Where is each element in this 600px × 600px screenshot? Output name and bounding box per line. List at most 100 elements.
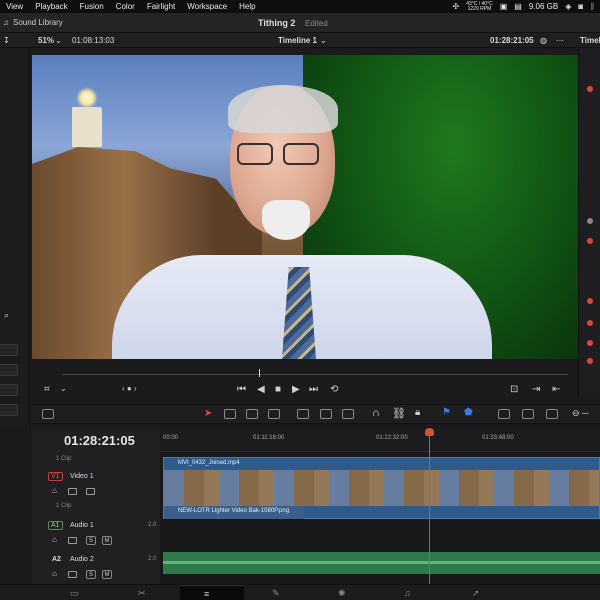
link-icon[interactable]: ⛓ [392, 407, 406, 420]
snapping-icon[interactable]: ∩ [372, 407, 380, 419]
keyframe-dot[interactable] [587, 298, 593, 304]
safe-area-icon[interactable]: ⌗ [44, 384, 50, 395]
zoom-full-icon[interactable] [498, 409, 510, 419]
track-tag-v1[interactable]: V1 [48, 472, 63, 481]
track-tag-a1[interactable]: A1 [48, 521, 63, 530]
menu-help[interactable]: Help [233, 2, 261, 11]
source-timecode: 01:08:13:03 [72, 36, 115, 45]
layout-icon[interactable] [42, 409, 54, 419]
color-wheel-icon[interactable]: ◍ [540, 36, 547, 45]
track-name-v1[interactable]: Video 1 [70, 473, 94, 480]
menu-fairlight[interactable]: Fairlight [141, 2, 181, 11]
deliver-page-icon[interactable]: ➚ [472, 588, 480, 599]
prev-edit-icon[interactable]: ⇤ [552, 384, 560, 395]
sound-library-button[interactable]: ♫ Sound Library [3, 18, 63, 27]
track-name-a1[interactable]: Audio 1 [70, 522, 94, 529]
keyframe-dot[interactable] [587, 218, 593, 224]
auto-select-icon[interactable] [68, 537, 77, 544]
panel-button[interactable] [0, 344, 18, 356]
playhead-line[interactable] [429, 436, 430, 584]
disk-readout[interactable]: 9.06 GB [529, 2, 558, 11]
panel-button[interactable] [0, 384, 18, 396]
keyframe-dot[interactable] [587, 238, 593, 244]
track-tag-a2[interactable]: A2 [52, 556, 61, 563]
fairlight-page-icon[interactable]: ♫ [404, 588, 411, 598]
skip-to-end-icon[interactable]: ⏭ [309, 384, 318, 395]
video-clip-sub[interactable]: NEW-LOTR Lighter Video Bak-1080P.png [164, 506, 304, 519]
auto-select-icon[interactable] [68, 571, 77, 578]
lock-icon[interactable]: ⌂ [52, 569, 57, 578]
trim-tool-icon[interactable] [224, 409, 236, 419]
insert-clip-icon[interactable] [297, 409, 309, 419]
stop-icon[interactable]: ■ [275, 384, 281, 395]
solo-button[interactable]: S [86, 570, 96, 579]
blade-tool-icon[interactable] [268, 409, 280, 419]
match-frame-icon[interactable]: ⊡ [510, 384, 518, 395]
edit-page-tab[interactable]: ≡ [180, 585, 244, 600]
bluetooth-icon[interactable]: ᛒ [590, 2, 595, 11]
video-viewer[interactable] [32, 55, 578, 359]
disable-track-icon[interactable] [86, 488, 95, 495]
menu-color[interactable]: Color [110, 2, 141, 11]
zoom-custom-icon[interactable] [546, 409, 558, 419]
inspector-tab[interactable]: Timeli [580, 36, 600, 45]
zoom-level[interactable]: 51% [38, 36, 54, 45]
play-reverse-icon[interactable]: ◀ [257, 384, 265, 395]
color-page-icon[interactable]: ✺ [338, 588, 346, 599]
right-panel [578, 48, 600, 398]
video-clip[interactable]: MVI_0432_Joined.mp4 NEW-LOTR Lighter Vid… [163, 457, 600, 519]
menu-playback[interactable]: Playback [29, 2, 73, 11]
loop-icon[interactable]: ⟲ [330, 384, 338, 395]
more-icon[interactable]: ⋯ [556, 36, 564, 45]
dropbox-icon[interactable]: ◈ [565, 2, 571, 11]
track-name-a2[interactable]: Audio 2 [70, 556, 94, 563]
audio-clip[interactable] [163, 552, 600, 574]
replace-clip-icon[interactable] [342, 409, 354, 419]
camera-icon[interactable]: ◙ [578, 2, 583, 11]
playhead-handle[interactable] [425, 428, 434, 436]
scrub-playhead[interactable] [259, 369, 260, 377]
solo-button[interactable]: S [86, 536, 96, 545]
keyframe-dot[interactable] [587, 86, 593, 92]
dropdown-icon[interactable]: ⌄ [60, 384, 67, 393]
app-icon[interactable]: ▣ [500, 2, 508, 11]
track-area[interactable]: MVI_0432_Joined.mp4 NEW-LOTR Lighter Vid… [160, 452, 600, 584]
keyframe-dot[interactable] [587, 358, 593, 364]
auto-select-icon[interactable] [68, 488, 77, 495]
lock-icon[interactable]: 🔒︎ [415, 407, 420, 418]
zoom-dropdown-icon[interactable]: ⌄ [55, 36, 62, 45]
zoom-detail-icon[interactable] [522, 409, 534, 419]
timeline-dropdown-icon[interactable]: ⌄ [320, 36, 327, 45]
lock-icon[interactable]: ⌂ [52, 486, 57, 495]
zoom-slider-icon[interactable]: ⊖ ─ [572, 408, 588, 419]
panel-button[interactable] [0, 364, 18, 376]
mute-button[interactable]: M [102, 536, 112, 545]
search-icon[interactable]: ⌕ [4, 310, 9, 321]
panel-button[interactable] [0, 404, 18, 416]
lock-icon[interactable]: ⌂ [52, 535, 57, 544]
menu-fusion[interactable]: Fusion [74, 2, 110, 11]
next-edit-icon[interactable]: ⇥ [532, 384, 540, 395]
flag-icon[interactable]: ⚑ [442, 407, 451, 418]
timeline-ruler[interactable]: 00:00 01:11:16:00 01:22:32:00 01:33:48:0… [160, 428, 600, 452]
timeline-name[interactable]: Timeline 1 [278, 36, 317, 45]
menu-workspace[interactable]: Workspace [181, 2, 233, 11]
overwrite-clip-icon[interactable] [320, 409, 332, 419]
media-page-icon[interactable]: ▭ [70, 588, 79, 599]
cut-page-icon[interactable]: ✂ [138, 588, 146, 599]
keyframe-dot[interactable] [587, 340, 593, 346]
fusion-page-icon[interactable]: ✎ [272, 588, 280, 599]
dynamic-trim-icon[interactable] [246, 409, 258, 419]
memory-icon[interactable]: ▤ [514, 2, 522, 11]
mute-button[interactable]: M [102, 570, 112, 579]
arrow-icon[interactable]: ↧ [3, 36, 10, 45]
menu-view[interactable]: View [0, 2, 29, 11]
marker-icon[interactable]: ⬟ [464, 407, 473, 418]
scrubber[interactable] [32, 366, 578, 378]
skip-to-start-icon[interactable]: ⏮ [237, 384, 246, 395]
fan-icon[interactable]: ✣ [452, 2, 459, 11]
selection-tool-icon[interactable]: ➤ [204, 408, 212, 419]
keyframe-dot[interactable] [587, 320, 593, 326]
play-icon[interactable]: ▶ [292, 384, 300, 395]
jog-icon[interactable]: ‹ ● › [122, 384, 137, 393]
